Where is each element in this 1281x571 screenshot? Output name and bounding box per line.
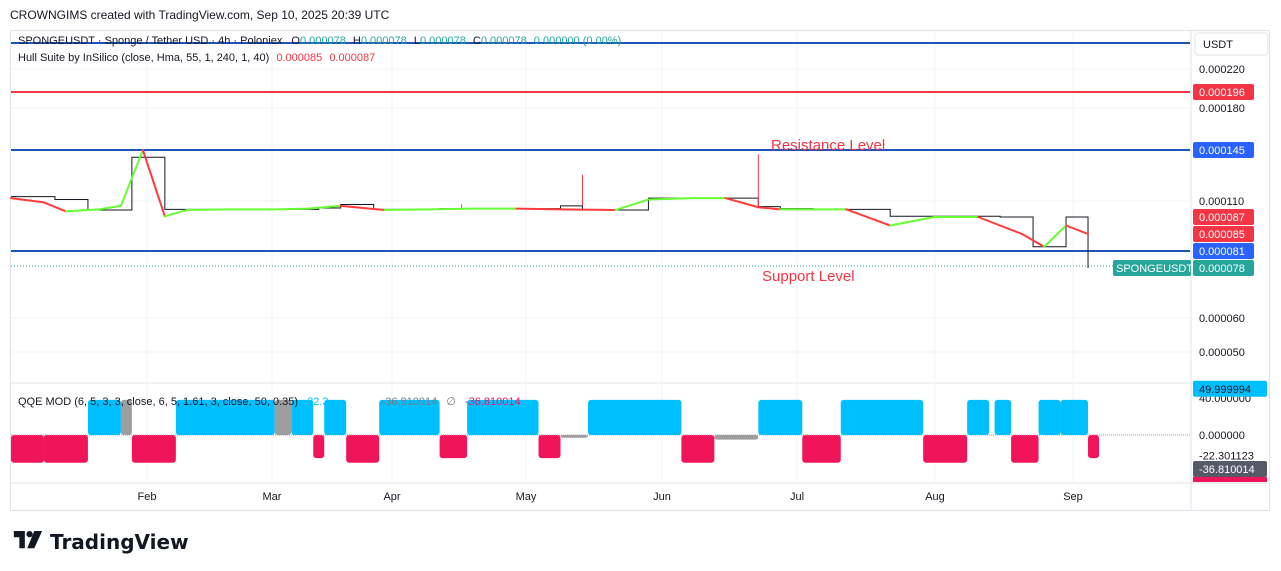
chart-canvas[interactable]: Resistance Level Support Level USDT 0.00022…: [0, 0, 1281, 571]
hull-segment: [1065, 224, 1090, 235]
qqe-bar: [1060, 399, 1089, 435]
ohlc-open-value: 0.000078: [299, 35, 346, 47]
price-label-text: 0.000085: [1199, 229, 1245, 241]
hull-segment: [427, 207, 474, 211]
ohlc-close-value: 0.000078: [480, 35, 527, 47]
symbol-label-text: SPONGEUSDT: [1116, 263, 1193, 275]
price-tick-label: 0.000220: [1199, 64, 1245, 76]
qqe-bar: [11, 435, 44, 463]
resistance-annotation: Resistance Level: [771, 137, 885, 154]
price-label-text: 0.000196: [1199, 87, 1245, 99]
qqe-bar: [538, 435, 561, 459]
qqe-indicator-name[interactable]: QQE MOD (6, 5, 3, 3, close, 6, 5, 1.61, …: [18, 396, 298, 408]
ohlc-high-label: H: [352, 35, 361, 47]
hull-segment: [977, 216, 1024, 235]
qqe-value-2: -36.810014: [381, 396, 438, 408]
hull-segment: [64, 208, 100, 213]
time-tick-label: Sep: [1063, 491, 1083, 503]
time-tick-label: Mar: [263, 491, 282, 503]
price-tick-label: 0.000050: [1199, 347, 1245, 359]
qqe-value-3: -36.810014: [464, 396, 521, 408]
qqe-bottom-marker: [1193, 477, 1267, 482]
qqe-tick-label: -22.301123: [1199, 451, 1254, 463]
symbol-legend[interactable]: SPONGEUSDT · Sponge / Tether USD · 4h · …: [18, 35, 621, 47]
price-label-text: 0.000145: [1199, 145, 1245, 157]
qqe-bar: [923, 435, 968, 463]
ohlc-low-value: 0.000078: [419, 35, 466, 47]
price-tick-label: 0.000180: [1199, 103, 1245, 115]
qqe-bar: [681, 435, 715, 463]
hull-segment: [889, 216, 936, 227]
qqe-value-1: 22.3: [307, 396, 329, 408]
brand-name: TradingView: [50, 530, 189, 554]
qqe-bar: [43, 435, 88, 463]
price-label-text: 0.000087: [1199, 212, 1245, 224]
time-tick-label: Aug: [925, 491, 945, 503]
price-label-text: 0.000078: [1199, 263, 1245, 275]
time-tick-label: Feb: [138, 491, 157, 503]
qqe-bar: [714, 435, 759, 440]
time-tick-label: Jul: [790, 491, 804, 503]
price-tick-label: 0.000110: [1199, 196, 1244, 208]
time-tick-label: Apr: [383, 491, 400, 503]
qqe-bar: [1011, 435, 1039, 463]
ohlc-change: 0.000000 (0.00%): [533, 35, 622, 47]
hull-segment: [845, 208, 892, 227]
time-tick-label: May: [516, 491, 537, 503]
hull-legend[interactable]: Hull Suite by InSilico (close, Hma, 55, …: [18, 52, 375, 64]
qqe-bar: [840, 399, 924, 435]
hull-segment: [97, 204, 122, 211]
hull-segment: [185, 208, 232, 212]
hull-segment: [10, 197, 45, 204]
ohlc-close-label: C: [472, 35, 481, 47]
qqe-bar: [967, 399, 990, 435]
qqe-bar: [587, 399, 682, 435]
qqe-value-text: -36.810014: [1199, 464, 1255, 476]
qqe-bar: [994, 399, 1012, 435]
ohlc-open-label: O: [291, 35, 300, 47]
qqe-bar: [131, 435, 176, 463]
ohlc-high-value: 0.000078: [360, 35, 407, 47]
hull-segment: [383, 208, 430, 212]
hull-segment: [42, 201, 67, 213]
currency-label: USDT: [1203, 39, 1233, 51]
qqe-bar: [313, 435, 325, 459]
qqe-tick-label: 0.000000: [1199, 430, 1245, 442]
hull-segment: [757, 206, 782, 211]
qqe-bar: [1038, 399, 1061, 435]
support-annotation: Support Level: [762, 268, 855, 285]
qqe-bar: [1088, 435, 1100, 459]
hull-segment: [141, 149, 166, 218]
hull-segment: [559, 208, 617, 212]
qqe-bar: [758, 399, 803, 435]
price-label-text: 0.000081: [1199, 246, 1245, 258]
symbol-title[interactable]: SPONGEUSDT · Sponge / Tether USD · 4h · …: [18, 35, 282, 47]
hull-segment: [515, 207, 562, 211]
tradingview-brand[interactable]: TradingView: [12, 530, 189, 554]
hull-value-2: 0.000087: [329, 52, 376, 64]
hull-segment: [273, 207, 309, 211]
hull-value-1: 0.000085: [276, 52, 323, 64]
hull-segment: [163, 209, 188, 218]
price-tick-label: 0.000060: [1199, 313, 1245, 325]
qqe-bar: [802, 435, 841, 463]
time-tick-label: Jun: [653, 491, 671, 503]
qqe-sep: ∅: [446, 396, 456, 408]
tradingview-logo-icon: [13, 531, 43, 549]
qqe-bar: [346, 435, 380, 463]
hull-segment: [1043, 224, 1068, 248]
qqe-legend[interactable]: QQE MOD (6, 5, 3, 3, close, 6, 5, 1.61, …: [18, 395, 521, 408]
qqe-bar: [439, 435, 468, 459]
qqe-value-text: 49.999994: [1199, 384, 1251, 396]
hull-segment: [339, 204, 386, 212]
hull-indicator-name[interactable]: Hull Suite by InSilico (close, Hma, 55, …: [18, 52, 269, 64]
hull-segment: [724, 197, 760, 209]
